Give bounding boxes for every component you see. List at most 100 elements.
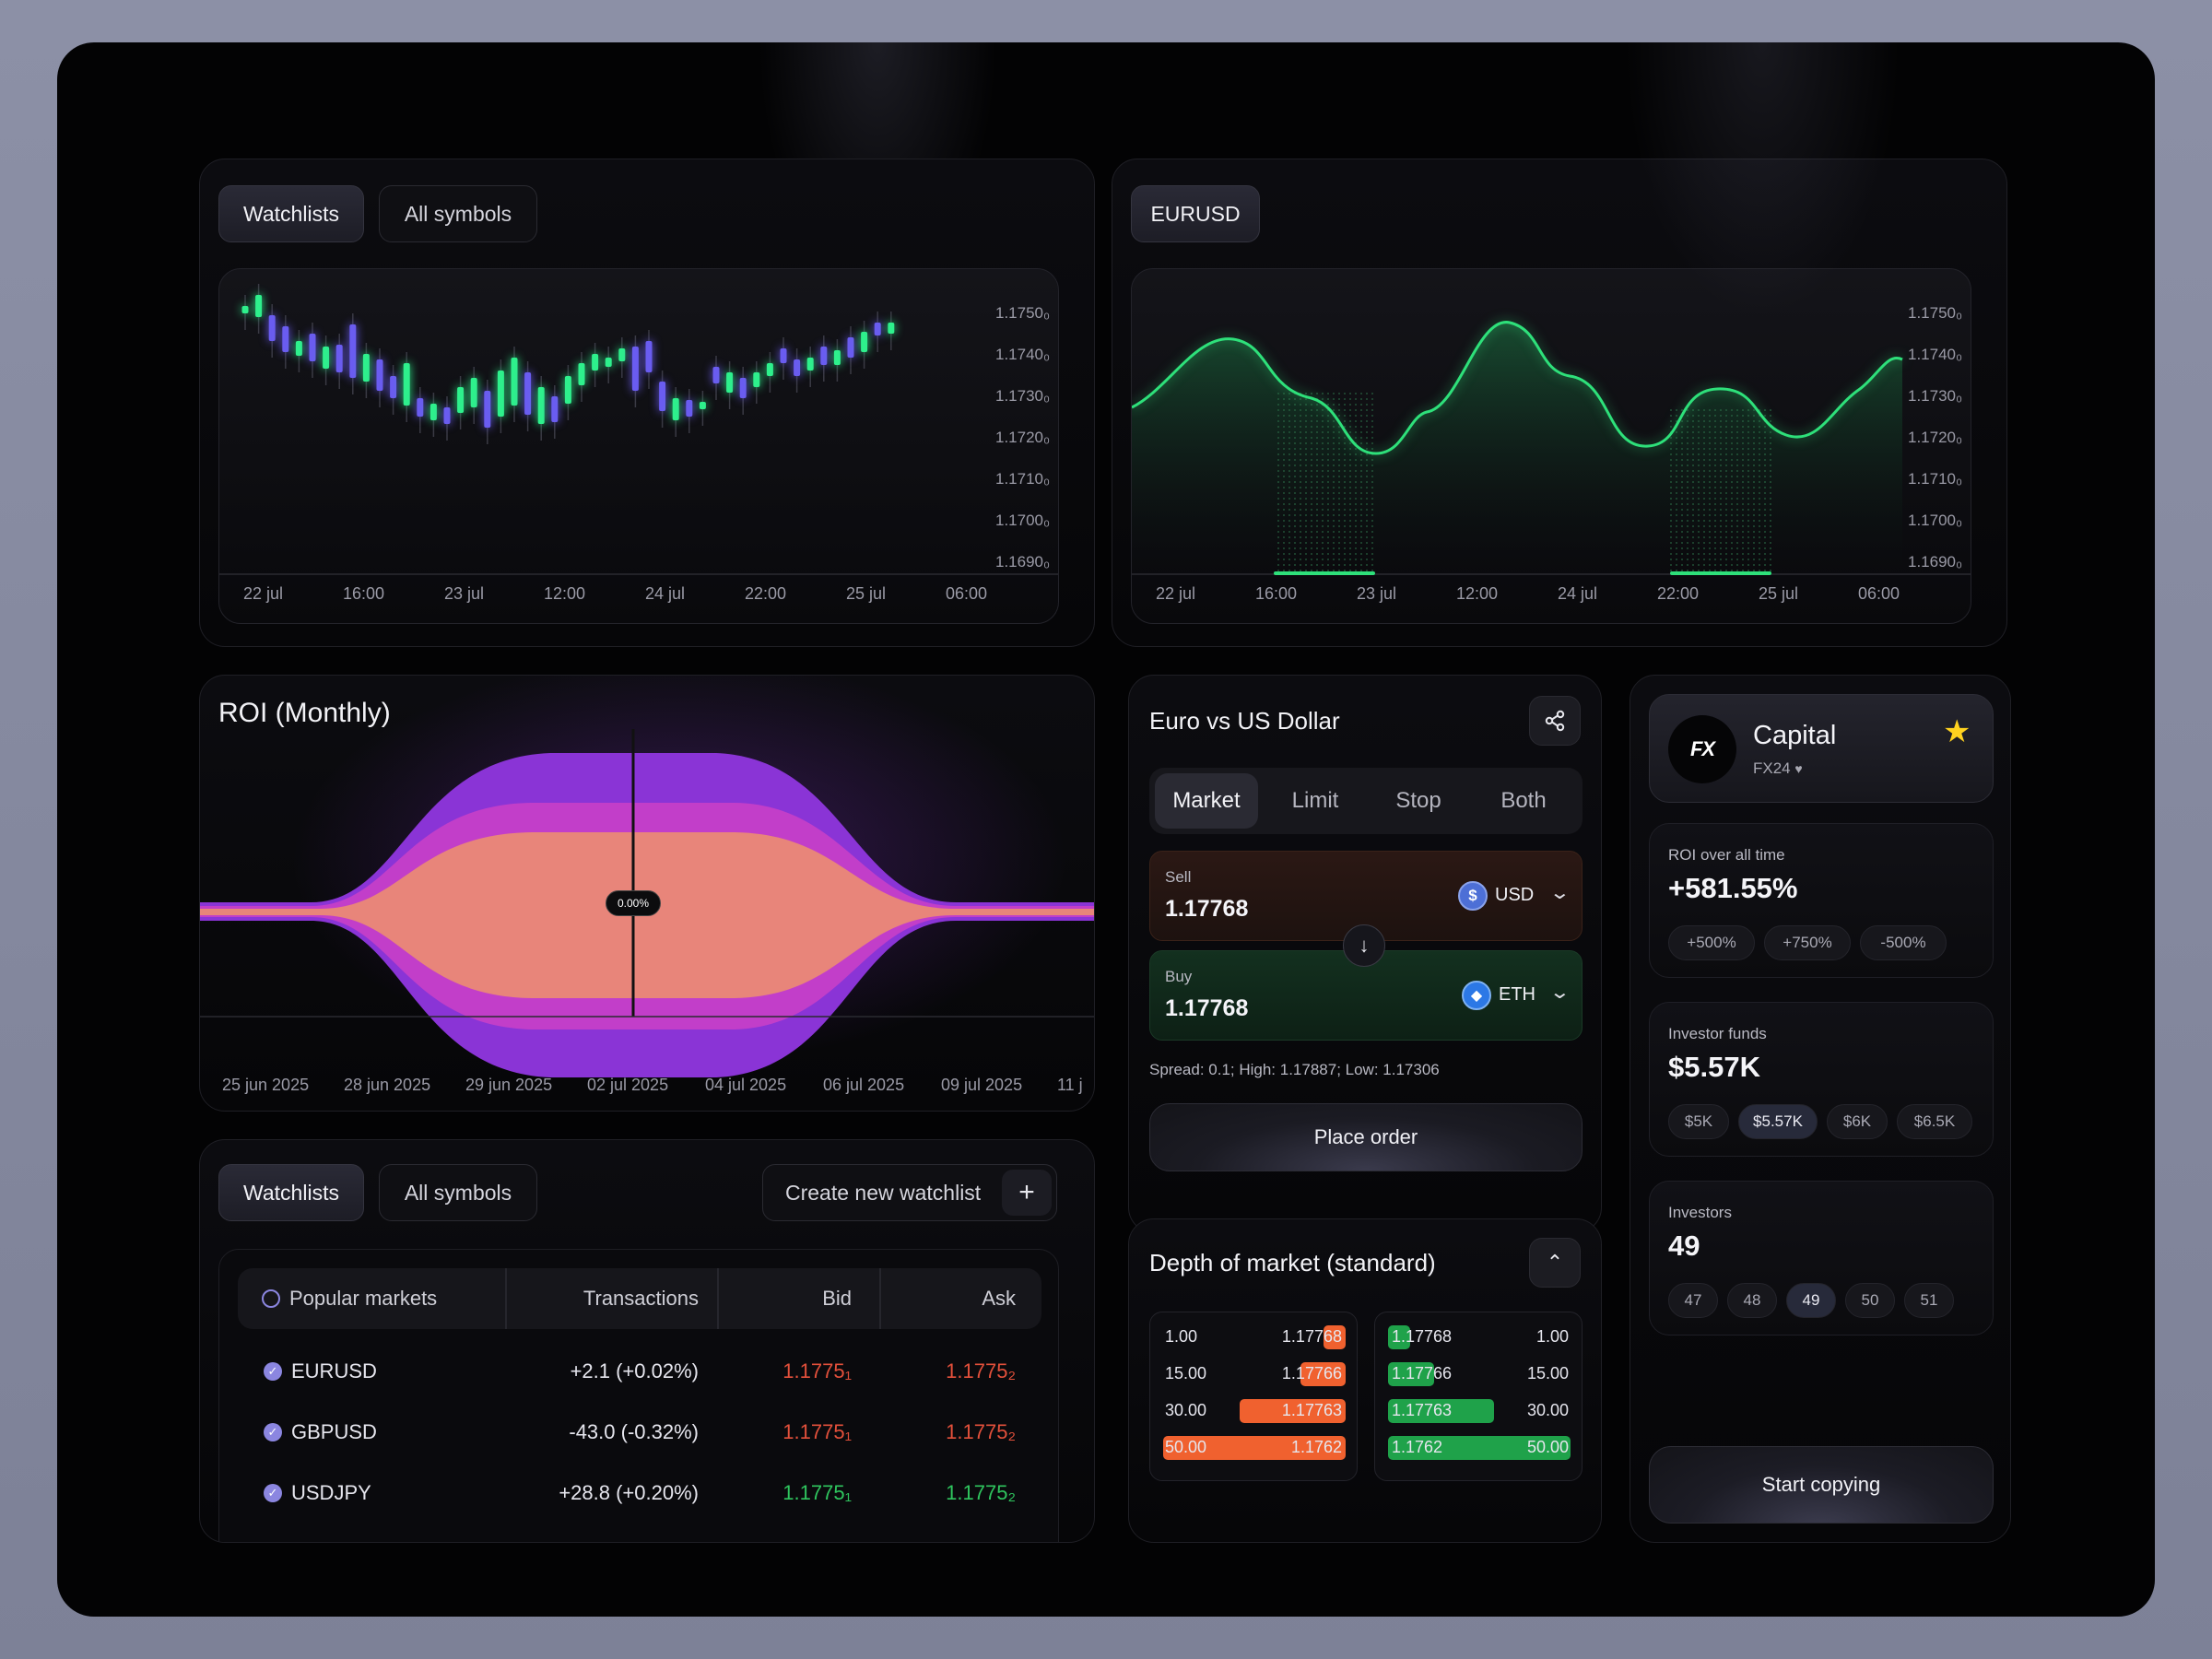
candle-body (753, 372, 760, 387)
watchlist-chart-panel: Watchlists All symbols 1.1750₀ 1.1740₀ 1… (199, 159, 1095, 647)
header-transactions[interactable]: Transactions (583, 1287, 699, 1311)
capital-header-card[interactable]: FX Capital FX24 ♥ ★ (1649, 694, 1994, 803)
tab-market[interactable]: Market (1155, 773, 1258, 829)
depth-row[interactable]: 1.17763 30.00 (1388, 1399, 1571, 1423)
row-ask: 1.1775₂ (946, 1481, 1016, 1504)
table-row[interactable]: ✓ USDJPY +28.8 (+0.20%) 1.1775₁ 1.1775₂ (238, 1467, 1041, 1523)
row-bid: 1.1775₁ (782, 1420, 852, 1443)
candle-body (497, 371, 504, 417)
depth-row[interactable]: 50.00 1.1762 (1163, 1436, 1346, 1460)
eurusd-area-chart: 1.1750₀ 1.1740₀ 1.1730₀ 1.1720₀ 1.1710₀ … (1131, 268, 1971, 624)
depth-qty: 50.00 (1526, 1438, 1569, 1456)
capital-name: Capital (1753, 721, 1837, 750)
depth-row[interactable]: 1.00 1.17768 (1163, 1325, 1346, 1349)
candle-body (861, 332, 868, 352)
depth-row[interactable]: 30.00 1.17763 (1163, 1399, 1346, 1423)
y-tick-label: 1.1690₀ (995, 553, 1051, 571)
depth-row[interactable]: 1.17768 1.00 (1388, 1325, 1571, 1349)
x-tick-label: 25 jul (846, 584, 887, 603)
depth-row[interactable]: 1.17766 15.00 (1388, 1362, 1571, 1386)
place-order-button[interactable]: Place order (1149, 1103, 1583, 1171)
y-tick-label: 1.1690₀ (1908, 553, 1963, 571)
roi-chip[interactable]: -500% (1860, 925, 1947, 960)
plus-icon[interactable]: + (1002, 1170, 1052, 1216)
y-tick-label: 1.1750₀ (995, 304, 1051, 322)
y-tick-label: 1.1710₀ (995, 470, 1051, 488)
y-tick-label: 1.1710₀ (1908, 470, 1963, 488)
tab-stop[interactable]: Stop (1367, 773, 1470, 829)
candle-body (484, 391, 491, 428)
investor-funds-card: Investor funds $5.57K $5K $5.57K $6K $6.… (1649, 1002, 1994, 1157)
eurusd-area-plot (1132, 321, 1971, 575)
fx-logo-text: FX (1689, 737, 1715, 760)
tab-eurusd[interactable]: EURUSD (1131, 185, 1260, 242)
table-row[interactable]: ✓ EURUSD +2.1 (+0.02%) 1.1775₁ 1.1775₂ (238, 1346, 1041, 1401)
table-row[interactable]: ✓ GBPUSD -43.0 (-0.32%) 1.1775₁ 1.1775₂ (238, 1406, 1041, 1462)
highlight-range (1274, 571, 1375, 575)
sell-currency[interactable]: USD (1495, 885, 1534, 906)
depth-row[interactable]: 15.00 1.17766 (1163, 1362, 1346, 1386)
tab-watchlists[interactable]: Watchlists (218, 1164, 364, 1221)
candle-body (390, 376, 397, 398)
chevron-down-icon[interactable]: ⌄ (1549, 981, 1571, 1004)
funds-chip[interactable]: $5.57K (1738, 1104, 1818, 1139)
start-copying-button[interactable]: Start copying (1649, 1446, 1994, 1524)
x-tick-label: 22:00 (1657, 584, 1700, 603)
candle-body (578, 363, 585, 385)
candle-body (739, 378, 747, 398)
tab-all-symbols[interactable]: All symbols (379, 1164, 537, 1221)
tab-limit[interactable]: Limit (1264, 773, 1367, 829)
buy-label: Buy (1165, 968, 1193, 985)
x-tick-label: 16:00 (1255, 584, 1298, 603)
start-copying-label: Start copying (1761, 1473, 1881, 1496)
investors-chip[interactable]: 50 (1845, 1283, 1895, 1318)
check-icon[interactable]: ✓ (264, 1423, 282, 1441)
candle-body (511, 358, 518, 406)
dollar-coin-icon: $ (1458, 881, 1488, 911)
depth-row[interactable]: 1.1762 50.00 (1388, 1436, 1571, 1460)
funds-chip[interactable]: $5K (1668, 1104, 1729, 1139)
investors-chip[interactable]: 48 (1727, 1283, 1777, 1318)
investors-chip[interactable]: 49 (1786, 1283, 1836, 1318)
header-ask[interactable]: Ask (982, 1287, 1016, 1311)
roi-chip[interactable]: +500% (1668, 925, 1755, 960)
header-bid[interactable]: Bid (822, 1287, 852, 1311)
row-ask: 1.1775₂ (946, 1359, 1016, 1382)
funds-chip[interactable]: $6.5K (1897, 1104, 1972, 1139)
depth-price: 1.17763 (1392, 1401, 1453, 1419)
sell-value: 1.17768 (1165, 896, 1249, 922)
place-order-label: Place order (1313, 1125, 1418, 1148)
candle-body (672, 398, 679, 420)
roi-chip[interactable]: +750% (1764, 925, 1851, 960)
roi-card: ROI over all time +581.55% +500% +750% -… (1649, 823, 1994, 978)
tab-watchlists[interactable]: Watchlists (218, 185, 364, 242)
row-symbol: GBPUSD (291, 1420, 377, 1443)
swap-arrow-icon[interactable]: ↓ (1343, 924, 1385, 967)
order-type-tabs: Market Limit Stop Both (1149, 768, 1583, 834)
check-icon[interactable]: ✓ (264, 1484, 282, 1502)
star-icon[interactable]: ★ (1943, 713, 1971, 750)
investors-chip[interactable]: 47 (1668, 1283, 1718, 1318)
investors-chip[interactable]: 51 (1904, 1283, 1954, 1318)
row-ask: 1.1775₂ (946, 1420, 1016, 1443)
table-header: Popular markets Transactions Bid Ask (238, 1268, 1041, 1329)
buy-currency[interactable]: ETH (1499, 984, 1535, 1006)
candle-body (874, 323, 881, 335)
tab-all-symbols[interactable]: All symbols (379, 185, 537, 242)
dotted-region (1274, 389, 1375, 573)
share-icon[interactable] (1529, 696, 1581, 746)
candle-body (794, 359, 801, 376)
x-tick-label: 22 jul (243, 584, 284, 603)
x-tick-label: 24 jul (1558, 584, 1598, 603)
candle-body (443, 407, 451, 424)
tab-both[interactable]: Both (1472, 773, 1575, 829)
row-transactions: +2.1 (+0.02%) (570, 1359, 699, 1382)
chevron-down-icon[interactable]: ⌄ (1549, 881, 1571, 904)
candle-body (349, 324, 357, 378)
candle-body (806, 358, 814, 371)
chevron-up-icon[interactable]: ⌃ (1529, 1238, 1581, 1288)
markets-table: Popular markets Transactions Bid Ask ✓ E… (218, 1249, 1059, 1542)
check-icon[interactable]: ✓ (264, 1362, 282, 1381)
funds-chip[interactable]: $6K (1827, 1104, 1888, 1139)
candle-body (537, 387, 545, 424)
